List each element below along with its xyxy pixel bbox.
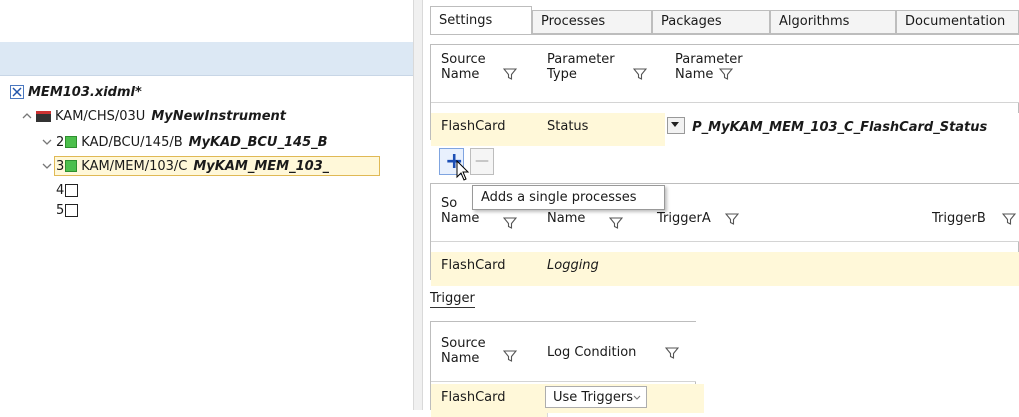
filter-icon[interactable] [503, 216, 517, 230]
settings-grid: Source Name Parameter Type Parameter Name F… [430, 44, 1019, 146]
filter-icon[interactable] [609, 216, 623, 230]
empty-slot-icon [65, 183, 79, 197]
filter-icon[interactable] [725, 212, 739, 226]
tree-slot-5[interactable]: 5 [54, 200, 79, 220]
header-line: Name [441, 67, 480, 82]
column-header-source-name[interactable]: Source Name [431, 45, 538, 103]
slot-path: KAD/BCU/145/B [81, 134, 183, 150]
module-status-icon [65, 160, 78, 172]
header-line: Name [547, 211, 586, 226]
tree-root[interactable]: MEM103.xidml* [10, 82, 142, 102]
chevron-down-icon[interactable] [40, 160, 54, 173]
chevron-down-icon [633, 395, 641, 400]
slot-name: MyKAM_MEM_103_ [193, 158, 330, 174]
slot-number: 4 [56, 182, 65, 198]
column-header-parameter-name[interactable]: Parameter Name [665, 45, 1019, 103]
cell-trigger-b[interactable] [912, 252, 1019, 286]
cell-source-name[interactable]: FlashCard [431, 252, 548, 286]
trigger-grid: Source Name Log Condition FlashCard Use T… [430, 321, 704, 417]
filter-icon[interactable] [665, 346, 679, 360]
header-line: Parameter [675, 52, 743, 67]
slot-number: 2 [56, 134, 65, 150]
tab-documentation[interactable]: Documentation [896, 10, 1019, 34]
header-line: Name [441, 211, 480, 226]
tree-slot-4[interactable]: 4 [54, 180, 79, 200]
tab-algorithms[interactable]: Algorithms [770, 10, 896, 34]
remove-glyph: — [475, 153, 489, 169]
log-condition-value: Use Triggers [553, 390, 634, 405]
header-line: Parameter [547, 52, 615, 67]
tooltip: Adds a single processes [472, 185, 665, 210]
module-status-icon [65, 136, 78, 148]
tree-root-label: MEM103.xidml* [28, 84, 142, 100]
cell-parameter-type[interactable]: Status [537, 113, 676, 146]
header-line: Source [441, 336, 486, 351]
header-line: TriggerA [657, 211, 711, 226]
tab-packages[interactable]: Packages [652, 10, 770, 34]
column-header-source-name[interactable]: Source Name [431, 322, 538, 382]
slot-number: 3 [56, 158, 65, 174]
slot-number: 5 [56, 202, 65, 218]
tree-slot-2[interactable]: 2 KAD/BCU/145/B MyKAD_BCU_145_B [40, 132, 328, 152]
tree-chassis[interactable]: KAM/CHS/03U MyNewInstrument [20, 106, 286, 126]
column-header-log-condition[interactable]: Log Condition [537, 322, 696, 382]
cell-process-name[interactable]: Logging [537, 252, 658, 286]
filter-icon[interactable] [719, 67, 733, 81]
tab-strip-line [430, 34, 1019, 35]
chassis-path: KAM/CHS/03U [55, 108, 146, 124]
pane-splitter[interactable] [413, 0, 423, 410]
header-line: Source [441, 52, 486, 67]
cell-log-condition[interactable]: Use Triggers [537, 384, 704, 413]
column-header-trigger-a[interactable]: TriggerA [647, 184, 913, 242]
header-line: Name [675, 67, 714, 82]
header-line: TriggerB [932, 211, 986, 226]
parameter-name-value: P_MyKAM_MEM_103_C_FlashCard_Status [692, 120, 988, 135]
chevron-down-icon[interactable] [40, 136, 54, 149]
column-header-parameter-type[interactable]: Parameter Type [537, 45, 666, 103]
chevron-up-icon[interactable] [20, 110, 34, 123]
slot-path: KAM/MEM/103/C [81, 158, 188, 174]
chassis-name: MyNewInstrument [151, 108, 286, 124]
cell-parameter-name[interactable]: P_MyKAM_MEM_103_C_FlashCard_Status [665, 113, 1019, 146]
chassis-icon [36, 110, 51, 122]
cell-source-name[interactable]: FlashCard [431, 113, 548, 146]
filter-icon[interactable] [503, 349, 517, 363]
column-header-trigger-b[interactable]: TriggerB [912, 184, 1019, 242]
trigger-section-label: Trigger [430, 291, 475, 308]
caret-down-icon [671, 122, 679, 127]
tab-settings[interactable]: Settings [430, 6, 532, 34]
header-line: So [441, 196, 458, 211]
dropdown-button[interactable] [667, 117, 685, 134]
cell-trigger-a[interactable] [647, 252, 923, 286]
empty-slot-icon [65, 203, 79, 217]
filter-icon[interactable] [633, 67, 647, 81]
tree-slot-3[interactable]: 3 KAM/MEM/103/C MyKAM_MEM_103_ [40, 156, 380, 176]
filter-icon[interactable] [1002, 212, 1016, 226]
selected-slot-highlight: 3 KAM/MEM/103/C MyKAM_MEM_103_ [54, 156, 380, 176]
log-condition-select[interactable]: Use Triggers [545, 386, 647, 408]
xidml-file-icon [10, 85, 24, 99]
tab-processes[interactable]: Processes [532, 10, 652, 34]
header-line: Name [441, 351, 480, 366]
filter-icon[interactable] [503, 67, 517, 81]
header-line: Type [547, 67, 577, 82]
tree-header-band [0, 42, 413, 76]
slot-name: MyKAD_BCU_145_B [188, 134, 328, 150]
remove-process-button[interactable]: — [470, 148, 494, 175]
cell-source-name[interactable]: FlashCard [431, 384, 548, 417]
header-line: Log Condition [547, 345, 637, 360]
